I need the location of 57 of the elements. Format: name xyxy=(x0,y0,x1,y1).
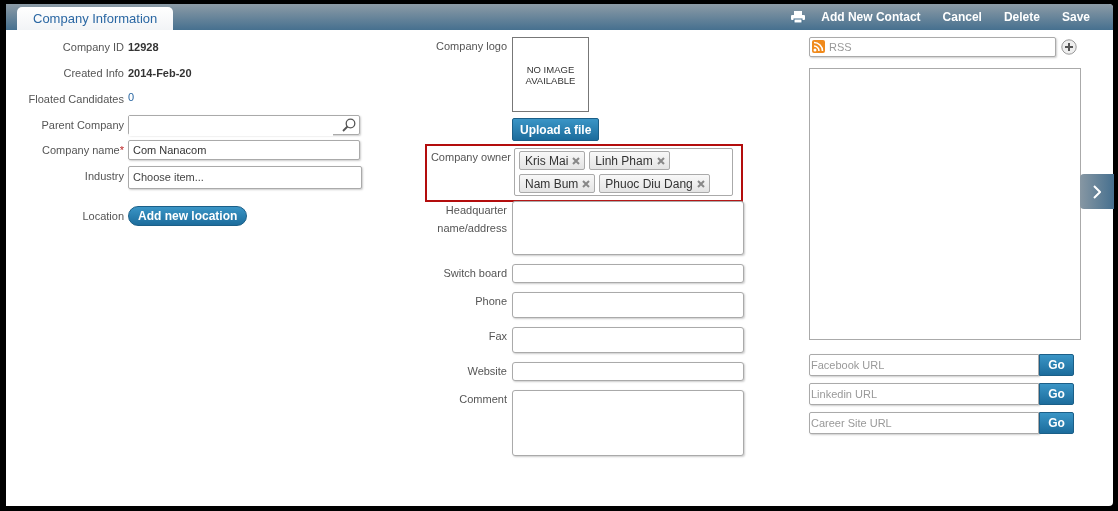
owner-tag: Nam Bum xyxy=(519,174,596,193)
toolbar-link[interactable]: Save xyxy=(1039,10,1090,24)
print-icon[interactable] xyxy=(791,11,806,23)
field-label: Website xyxy=(466,364,507,379)
field-value: 12928 xyxy=(128,41,159,53)
add-icon[interactable] xyxy=(1061,39,1077,55)
text-area[interactable] xyxy=(512,390,744,456)
tag-field[interactable]: Kris Mai Linh Pham Nam Bum Phuoc Diu Dang xyxy=(514,148,733,196)
go-button[interactable]: Go xyxy=(1039,412,1074,434)
field-label: Company owner xyxy=(429,150,511,165)
field-label: Company logo xyxy=(435,39,507,54)
field-label: Headquarter name/address xyxy=(436,203,507,236)
field-label: Fax xyxy=(487,329,507,344)
rss-field[interactable]: RSS xyxy=(809,37,1056,57)
text-field[interactable] xyxy=(512,264,744,283)
expand-panel-button[interactable] xyxy=(1080,174,1114,209)
go-button[interactable]: Go xyxy=(1039,383,1074,405)
field-label: Switch board xyxy=(442,266,507,281)
url-field[interactable]: Linkedin URL xyxy=(809,383,1039,405)
rss-icon xyxy=(812,40,825,53)
field-label: Floated Candidates xyxy=(27,92,124,107)
text-field[interactable] xyxy=(512,362,744,381)
toolbar-link[interactable]: Cancel xyxy=(920,10,982,24)
remove-icon[interactable] xyxy=(656,156,665,165)
field-label: Phone xyxy=(474,294,507,309)
remove-icon[interactable] xyxy=(696,179,705,188)
text-field[interactable] xyxy=(512,292,744,318)
field-label: Parent Company xyxy=(40,118,124,133)
url-field[interactable]: Career Site URL xyxy=(809,412,1039,434)
upload-button[interactable]: Upload a file xyxy=(512,118,600,141)
url-field[interactable]: Facebook URL xyxy=(809,354,1039,376)
field-label: Created Info xyxy=(62,66,124,81)
remove-icon[interactable] xyxy=(582,179,591,188)
text-field[interactable] xyxy=(512,327,744,353)
text-field[interactable]: Com Nanacom xyxy=(128,140,360,160)
tab[interactable]: Company Information xyxy=(17,7,174,30)
chevron-right-icon xyxy=(1093,184,1101,199)
go-button[interactable]: Go xyxy=(1039,354,1074,376)
search-icon[interactable] xyxy=(342,118,356,132)
logo-image-field[interactable]: NO IMAGE AVAILABLE xyxy=(512,37,589,112)
owner-tag: Linh Pham xyxy=(589,151,670,170)
field-label: Company ID xyxy=(61,40,124,55)
field-label: Industry xyxy=(83,169,124,184)
field-value: 2014-Feb-20 xyxy=(128,67,192,79)
field-label: Comment xyxy=(458,392,507,407)
select-field[interactable]: Choose item... xyxy=(128,166,362,189)
add-location-button[interactable]: Add new location xyxy=(128,206,248,226)
owner-tag: Phuoc Diu Dang xyxy=(599,174,710,193)
owner-tag: Kris Mai xyxy=(519,151,586,170)
toolbar-link[interactable]: Delete xyxy=(981,10,1040,24)
toolbar-link[interactable]: Add New Contact xyxy=(799,10,921,24)
count-link[interactable]: 0 xyxy=(128,91,135,103)
remove-icon[interactable] xyxy=(572,156,581,165)
text-area[interactable] xyxy=(512,201,744,255)
search-field[interactable] xyxy=(128,115,360,135)
field-label: Location xyxy=(81,209,124,224)
field-label: Company name* xyxy=(41,143,124,158)
